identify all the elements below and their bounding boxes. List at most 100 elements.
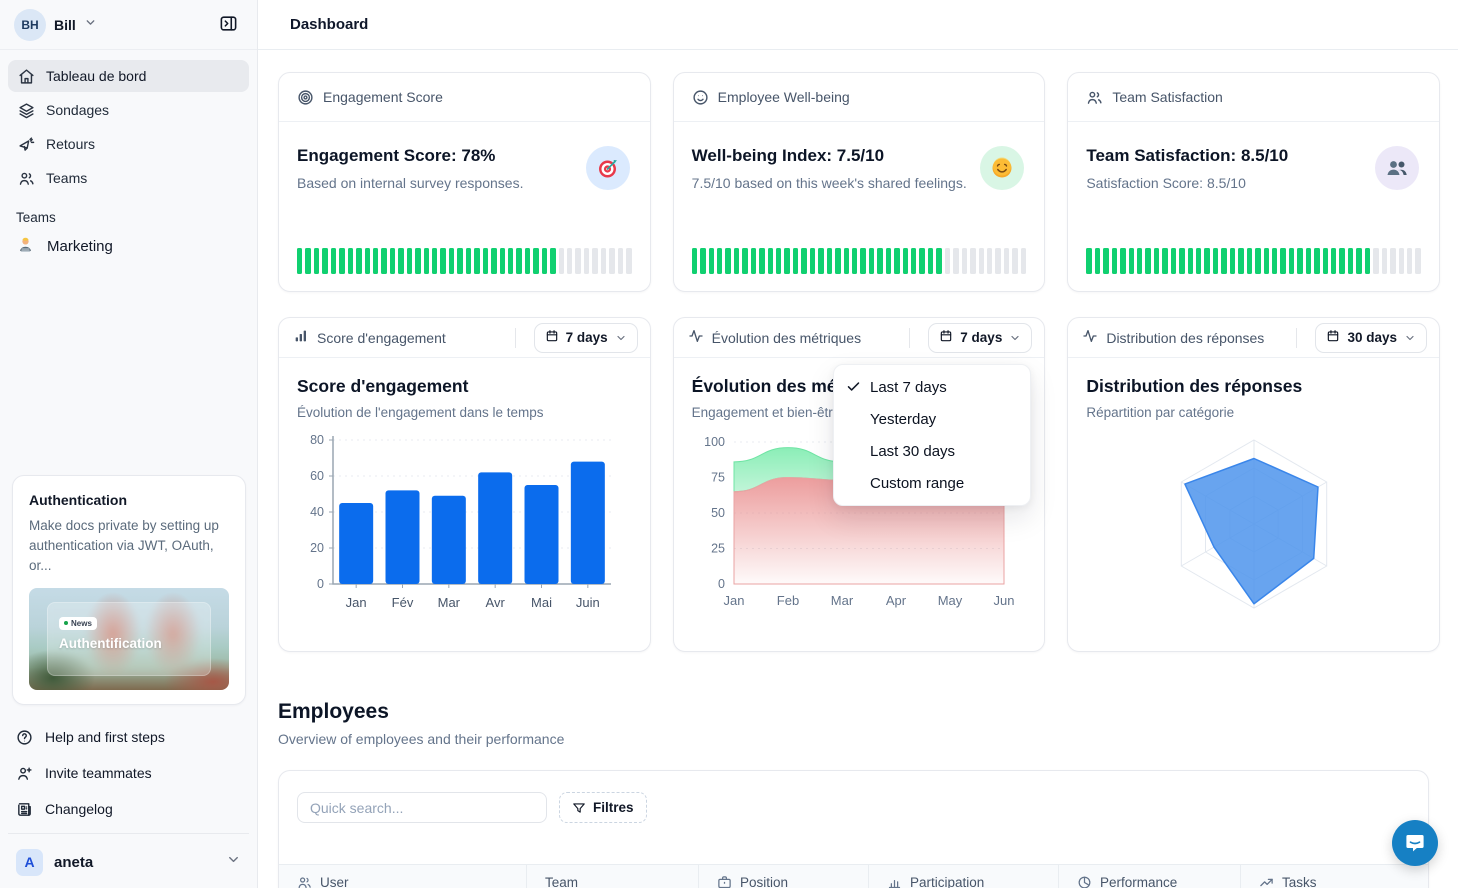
- user-avatar[interactable]: BH: [14, 9, 46, 41]
- table-header-row: User Team Position: [279, 864, 1428, 888]
- progress-segment: [1255, 248, 1260, 274]
- svg-text:25: 25: [711, 542, 725, 556]
- person-laptop-emoji: [16, 235, 35, 258]
- workspace-switcher[interactable]: A aneta: [8, 840, 249, 884]
- svg-text:0: 0: [718, 577, 725, 591]
- progress-segment: [1145, 248, 1150, 274]
- progress-segment: [322, 248, 327, 274]
- svg-text:0: 0: [317, 577, 324, 591]
- svg-text:75: 75: [711, 471, 725, 485]
- search-input[interactable]: [297, 792, 547, 823]
- progress-segment: [1314, 248, 1319, 274]
- date-range-button[interactable]: 7 days: [928, 323, 1032, 353]
- progress-segment: [1382, 248, 1387, 274]
- megaphone-icon: [18, 136, 35, 153]
- help-circle-icon: [16, 729, 33, 746]
- chart-subtitle: Répartition par catégorie: [1086, 405, 1421, 420]
- dropdown-item[interactable]: Last 7 days: [834, 371, 1030, 403]
- sidebar-item-label: Tableau de bord: [46, 68, 146, 84]
- kpi-subtitle: 7.5/10 based on this week's shared feeli…: [692, 175, 1027, 191]
- sidebar-item-surveys[interactable]: Sondages: [8, 94, 249, 126]
- progress-segment: [869, 248, 874, 274]
- dropdown-item[interactable]: Custom range: [834, 467, 1030, 499]
- progress-segment: [1238, 248, 1243, 274]
- kpi-card-satisfaction: Team Satisfaction Team Satisfaction: 8.5…: [1067, 72, 1440, 292]
- progress-segment: [995, 248, 1000, 274]
- column-header-participation[interactable]: Participation: [869, 865, 1059, 888]
- chart-header-label: Distribution des réponses: [1106, 330, 1288, 346]
- column-header-performance[interactable]: Performance: [1059, 865, 1241, 888]
- progress-segment: [784, 248, 789, 274]
- employees-title: Employees: [278, 700, 1440, 724]
- chart-body: Distribution des réponses Répartition pa…: [1068, 358, 1439, 618]
- dropdown-item-label: Custom range: [870, 475, 964, 492]
- progress-segment: [1188, 248, 1193, 274]
- progress-segment: [810, 248, 815, 274]
- progress-segment: [768, 248, 773, 274]
- column-header-user[interactable]: User: [279, 865, 527, 888]
- invite-teammates-link[interactable]: Invite teammates: [8, 755, 249, 791]
- kpi-row: Engagement Score Engagement Score: 78% B…: [278, 72, 1440, 292]
- progress-segment: [1012, 248, 1017, 274]
- progress-segment: [742, 248, 747, 274]
- chevron-down-icon: [1404, 332, 1416, 344]
- sidebar-item-label: Teams: [46, 170, 87, 186]
- help-link[interactable]: Help and first steps: [8, 719, 249, 755]
- dropdown-item[interactable]: Yesterday: [834, 403, 1030, 435]
- svg-text:May: May: [937, 593, 962, 608]
- sidebar-item-feedback[interactable]: Retours: [8, 128, 249, 160]
- progress-segment: [601, 248, 606, 274]
- progress-segment: [793, 248, 798, 274]
- kpi-card-wellbeing: Employee Well-being Well-being Index: 7.…: [673, 72, 1046, 292]
- chat-launcher-button[interactable]: [1392, 820, 1438, 866]
- promo-card-authentication[interactable]: Authentication Make docs private by sett…: [12, 475, 246, 705]
- progress-segment: [1213, 248, 1218, 274]
- sidebar-item-teams[interactable]: Teams: [8, 162, 249, 194]
- kpi-card-header: Team Satisfaction: [1068, 73, 1439, 122]
- progress-segment: [1137, 248, 1142, 274]
- progress-segment: [776, 248, 781, 274]
- progress-segment: [500, 248, 505, 274]
- promo-image[interactable]: News Authentification: [29, 588, 229, 690]
- collapse-sidebar-button[interactable]: [213, 10, 243, 40]
- progress-segment: [432, 248, 437, 274]
- column-header-team[interactable]: Team: [527, 865, 699, 888]
- svg-text:Avr: Avr: [486, 595, 506, 610]
- progress-segment: [751, 248, 756, 274]
- changelog-link-label: Changelog: [45, 801, 113, 817]
- sidebar-team-marketing[interactable]: Marketing: [0, 229, 257, 263]
- user-name[interactable]: Bill: [54, 17, 76, 33]
- chevron-down-icon[interactable]: [84, 16, 97, 34]
- svg-text:Mai: Mai: [531, 595, 552, 610]
- progress-segment: [398, 248, 403, 274]
- progress-segment: [626, 248, 631, 274]
- briefcase-icon: [717, 875, 732, 888]
- progress-segment: [466, 248, 471, 274]
- progress-segment: [835, 248, 840, 274]
- date-range-button[interactable]: 7 days: [534, 323, 638, 353]
- progress-segment: [1289, 248, 1294, 274]
- dropdown-item[interactable]: Last 30 days: [834, 435, 1030, 467]
- kpi-subtitle: Satisfaction Score: 8.5/10: [1086, 175, 1421, 191]
- progress-segment: [609, 248, 614, 274]
- changelog-link[interactable]: Changelog: [8, 791, 249, 827]
- kpi-header-label: Team Satisfaction: [1112, 89, 1223, 105]
- column-header-tasks[interactable]: Tasks: [1241, 865, 1428, 888]
- progress-segment: [542, 248, 547, 274]
- bar-chart: 020406080JanFévMarAvrMaiJuin: [297, 430, 632, 622]
- chart-title: Score d'engagement: [297, 376, 632, 397]
- progress-segment: [700, 248, 705, 274]
- filters-button[interactable]: Filtres: [559, 792, 647, 823]
- column-header-position[interactable]: Position: [699, 865, 869, 888]
- date-range-button[interactable]: 30 days: [1315, 323, 1427, 353]
- progress-segment: [424, 248, 429, 274]
- busts-in-silhouette-emoji: [1375, 146, 1419, 190]
- calendar-icon: [939, 329, 953, 346]
- newspaper-icon: [16, 801, 33, 818]
- page-title: Dashboard: [290, 16, 368, 33]
- sidebar-item-dashboard[interactable]: Tableau de bord: [8, 60, 249, 92]
- bar-chart-icon: [887, 875, 902, 888]
- pie-chart-icon: [1077, 875, 1092, 888]
- news-badge: News: [59, 617, 97, 630]
- progress-segment: [936, 248, 941, 274]
